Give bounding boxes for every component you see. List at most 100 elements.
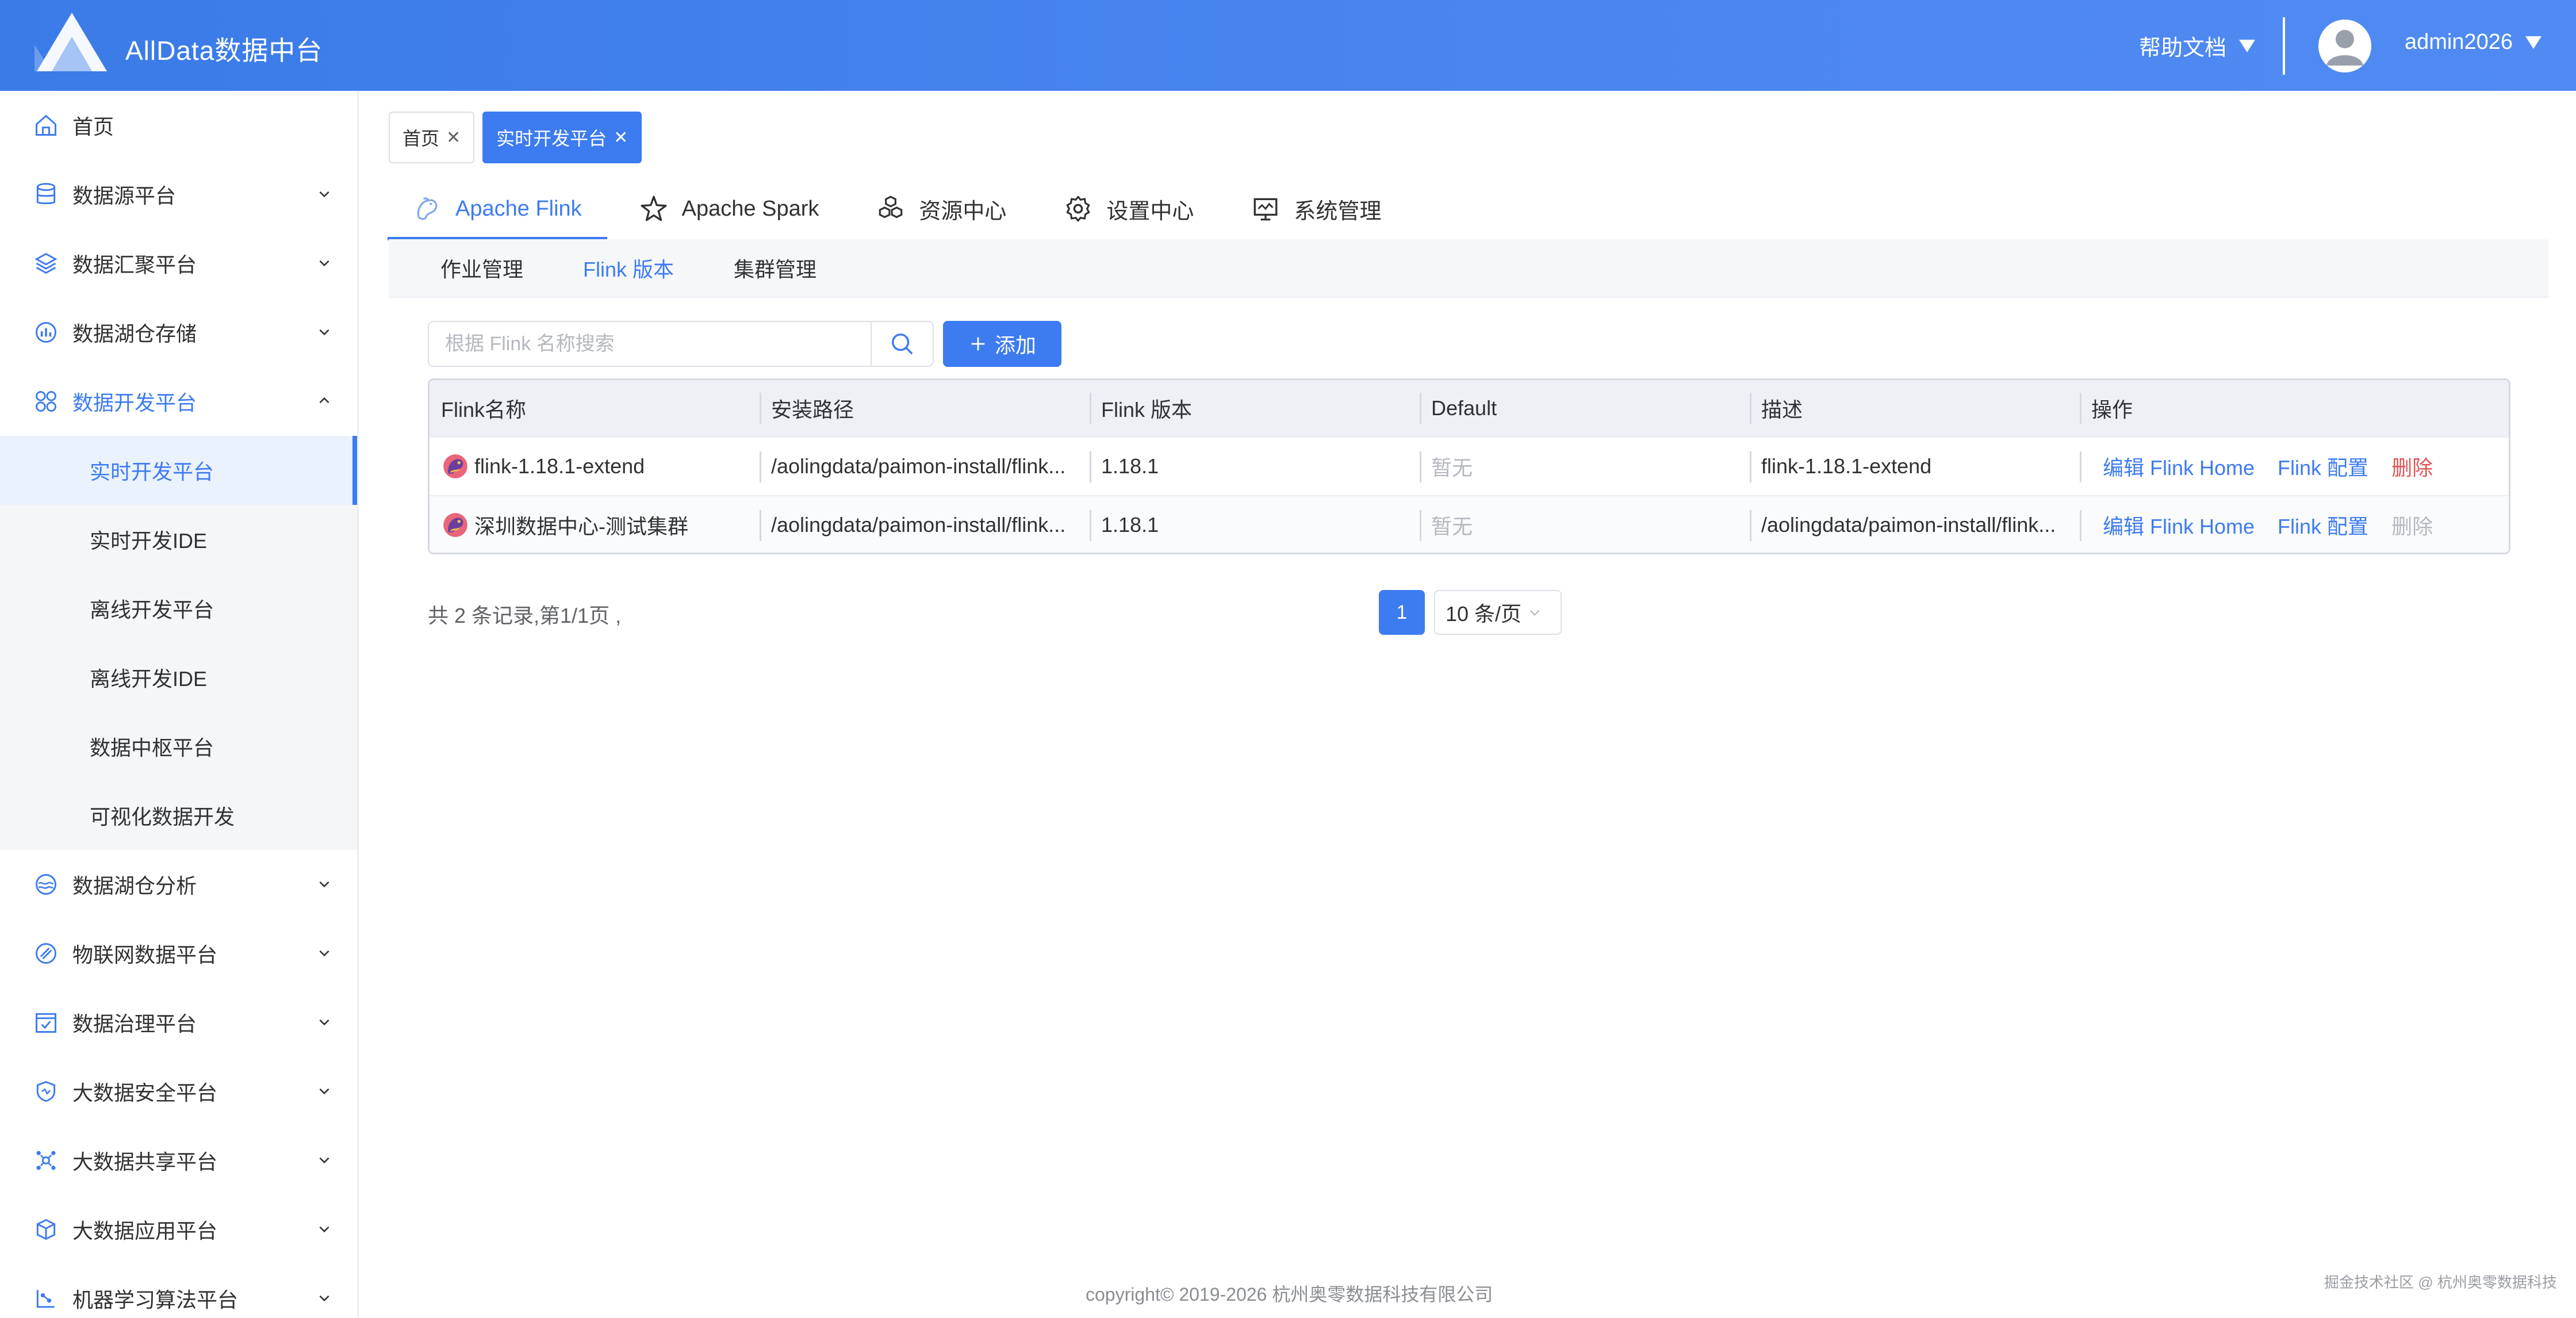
column-header-description: 描述 bbox=[1750, 380, 2080, 436]
close-icon[interactable]: ✕ bbox=[614, 128, 628, 148]
sidebar-item-applications[interactable]: 大数据应用平台 bbox=[0, 1195, 357, 1264]
sidebar-subitem-data-hub[interactable]: 数据中枢平台 bbox=[0, 712, 357, 781]
page-size-select[interactable]: 10 条/页 bbox=[1434, 590, 1562, 635]
sidebar-item-sharing[interactable]: 大数据共享平台 bbox=[0, 1126, 357, 1195]
checklist-icon bbox=[36, 1013, 56, 1033]
tab-apache-flink[interactable]: Apache Flink bbox=[388, 177, 607, 240]
help-docs-menu[interactable]: 帮助文档 bbox=[2139, 30, 2256, 62]
cell-default: 暂无 bbox=[1420, 496, 1750, 553]
sidebar-item-label: 物联网数据平台 bbox=[72, 943, 218, 967]
username-label: admin2026 bbox=[2405, 30, 2513, 54]
tag-realtime-platform[interactable]: 实时开发平台 ✕ bbox=[482, 112, 642, 163]
grid-icon bbox=[36, 391, 56, 412]
subtab-flink-version[interactable]: Flink 版本 bbox=[583, 253, 674, 283]
database-icon bbox=[36, 183, 56, 205]
sidebar-item-datasource[interactable]: 数据源平台 bbox=[0, 160, 357, 229]
spark-star-icon bbox=[641, 196, 667, 221]
search-input[interactable] bbox=[429, 322, 871, 366]
sidebar-item-home[interactable]: 首页 bbox=[0, 91, 357, 160]
edit-flink-home-link[interactable]: 编辑 Flink Home bbox=[2103, 451, 2255, 481]
sidebar-item-machine-learning[interactable]: 机器学习算法平台 bbox=[0, 1264, 357, 1318]
flink-config-link[interactable]: Flink 配置 bbox=[2278, 510, 2368, 540]
sidebar-item-lakehouse-analysis[interactable]: 数据湖仓分析 bbox=[0, 850, 357, 919]
tab-settings-center[interactable]: 设置中心 bbox=[1064, 177, 1194, 240]
tab-resource-center[interactable]: 资源中心 bbox=[876, 177, 1006, 240]
lake-icon bbox=[36, 874, 56, 895]
page-number-button[interactable]: 1 bbox=[1379, 590, 1425, 635]
sidebar-subitem-offline-platform[interactable]: 离线开发平台 bbox=[0, 574, 357, 643]
add-button[interactable]: 添加 bbox=[943, 321, 1061, 367]
tab-apache-spark[interactable]: Apache Spark bbox=[639, 177, 819, 240]
flink-config-link[interactable]: Flink 配置 bbox=[2278, 451, 2368, 481]
cube-icon bbox=[36, 1219, 56, 1240]
delete-link[interactable]: 删除 bbox=[2391, 451, 2433, 481]
column-header-path: 安装路径 bbox=[760, 380, 1090, 436]
chevron-down-icon bbox=[319, 1088, 329, 1095]
sidebar-subitem-realtime-platform[interactable]: 实时开发平台 bbox=[0, 436, 357, 505]
resource-cubes-icon bbox=[879, 196, 903, 219]
sidebar-item-data-aggregation[interactable]: 数据汇聚平台 bbox=[0, 229, 357, 298]
sidebar-item-label: 大数据共享平台 bbox=[72, 1150, 218, 1174]
sidebar-item-label: 数据源平台 bbox=[72, 184, 177, 208]
chevron-down-icon bbox=[319, 260, 329, 267]
sidebar-subitem-visual-dev[interactable]: 可视化数据开发 bbox=[0, 781, 357, 850]
flink-version-table: Flink名称 安装路径 Flink 版本 Default 描述 操作 flin… bbox=[428, 378, 2510, 554]
sidebar-item-lakehouse-storage[interactable]: 数据湖仓存储 bbox=[0, 298, 357, 367]
sidebar-item-iot[interactable]: 物联网数据平台 bbox=[0, 919, 357, 988]
tab-system-management[interactable]: 系统管理 bbox=[1251, 177, 1381, 240]
cell-version: 1.18.1 bbox=[1090, 496, 1420, 553]
chevron-down-icon bbox=[1529, 610, 1540, 616]
tag-home[interactable]: 首页 ✕ bbox=[389, 112, 475, 163]
sidebar-item-label: 机器学习算法平台 bbox=[72, 1288, 239, 1312]
chevron-down-icon bbox=[319, 1157, 329, 1164]
tab-label: 系统管理 bbox=[1294, 199, 1382, 224]
user-menu[interactable]: admin2026 bbox=[2405, 30, 2542, 55]
iot-icon bbox=[36, 943, 56, 964]
cell-path: /aolingdata/paimon-install/flink... bbox=[760, 496, 1090, 553]
flink-subtabs: 作业管理 Flink 版本 集群管理 bbox=[389, 239, 2548, 298]
cell-default: 暂无 bbox=[1420, 438, 1750, 495]
tags-view: 首页 ✕ 实时开发平台 ✕ bbox=[389, 112, 642, 163]
footer-copyright: copyright© 2019-2026 杭州奥零数据科技有限公司 bbox=[1086, 1284, 1493, 1305]
chevron-down-icon bbox=[319, 950, 329, 957]
user-avatar[interactable] bbox=[2318, 20, 2371, 72]
cell-description: /aolingdata/paimon-install/flink... bbox=[1750, 496, 2080, 553]
sidebar-item-data-development[interactable]: 数据开发平台 bbox=[0, 367, 357, 436]
table-row: flink-1.18.1-extend /aolingdata/paimon-i… bbox=[430, 436, 2509, 495]
alldata-logo[interactable] bbox=[34, 10, 109, 74]
shield-icon bbox=[36, 1081, 56, 1102]
layers-icon bbox=[34, 252, 57, 274]
close-icon[interactable]: ✕ bbox=[446, 128, 461, 148]
sidebar-item-label: 数据开发平台 bbox=[72, 391, 197, 415]
sidebar-subitem-realtime-ide[interactable]: 实时开发IDE bbox=[0, 505, 357, 574]
chevron-down-icon bbox=[319, 329, 329, 336]
table-row: 深圳数据中心-测试集群 /aolingdata/paimon-install/f… bbox=[430, 495, 2509, 553]
cell-path: /aolingdata/paimon-install/flink... bbox=[760, 438, 1090, 495]
flink-logo-icon bbox=[443, 454, 467, 478]
sidebar-item-governance[interactable]: 数据治理平台 bbox=[0, 988, 357, 1057]
flink-squirrel-icon bbox=[417, 197, 438, 220]
delete-link-disabled: 删除 bbox=[2391, 515, 2433, 538]
subtab-job-management[interactable]: 作业管理 bbox=[440, 253, 523, 283]
column-header-default: Default bbox=[1420, 380, 1750, 436]
tag-label: 实时开发平台 bbox=[496, 128, 607, 149]
cell-version: 1.18.1 bbox=[1090, 438, 1420, 495]
chevron-down-icon bbox=[319, 191, 329, 198]
sidebar: 首页 数据源平台 数据汇聚平台 数据湖仓存储 数据开发平台 实时开发平台 实时开… bbox=[0, 91, 359, 1318]
search-button[interactable] bbox=[871, 322, 933, 366]
sidebar-item-security[interactable]: 大数据安全平台 bbox=[0, 1057, 357, 1126]
sidebar-subitem-offline-ide[interactable]: 离线开发IDE bbox=[0, 643, 357, 712]
sidebar-item-label: 大数据应用平台 bbox=[72, 1219, 218, 1243]
sidebar-item-label: 首页 bbox=[72, 115, 114, 139]
header-divider bbox=[2283, 17, 2285, 75]
tab-label: Apache Flink bbox=[455, 196, 582, 221]
sidebar-item-label: 数据湖仓分析 bbox=[72, 874, 197, 898]
settings-gear-icon bbox=[1067, 196, 1090, 222]
cell-name: flink-1.18.1-extend bbox=[430, 438, 760, 495]
chart-circle-icon bbox=[36, 322, 56, 343]
subtab-cluster-management[interactable]: 集群管理 bbox=[734, 253, 816, 283]
chevron-down-icon bbox=[319, 1019, 329, 1026]
tab-label: 设置中心 bbox=[1106, 199, 1194, 224]
footer-watermark: 掘金技术社区 @ 杭州奥零数据科技 bbox=[2324, 1274, 2557, 1291]
edit-flink-home-link[interactable]: 编辑 Flink Home bbox=[2103, 510, 2255, 540]
